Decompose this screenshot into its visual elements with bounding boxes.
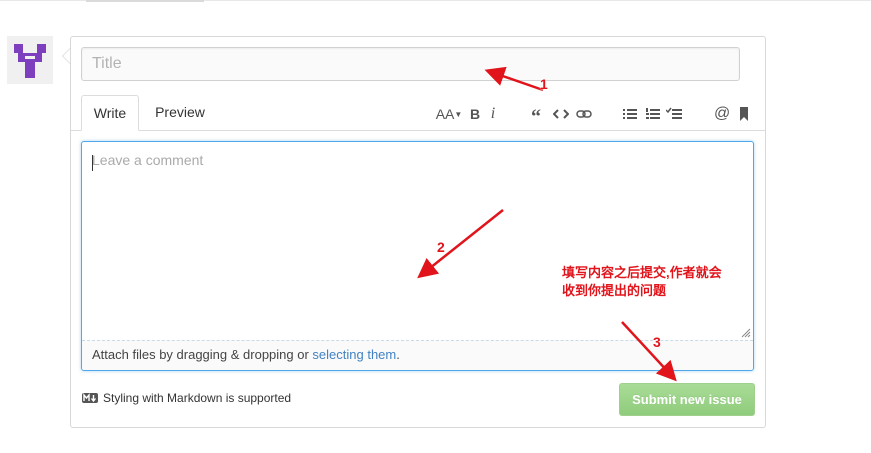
bold-label: B — [469, 106, 481, 122]
annotation-number-2: 2 — [437, 239, 445, 255]
markdown-support-note[interactable]: Styling with Markdown is supported — [82, 390, 291, 406]
link-icon[interactable] — [576, 104, 592, 124]
task-list-icon[interactable] — [666, 104, 682, 124]
bold-icon[interactable]: B — [468, 104, 482, 124]
tab-preview[interactable]: Preview — [147, 95, 213, 131]
resize-grip-icon[interactable] — [741, 328, 751, 338]
identicon-image — [7, 36, 53, 84]
avatar[interactable] — [7, 36, 53, 84]
code-icon[interactable] — [553, 104, 569, 124]
select-files-link[interactable]: selecting them — [312, 347, 396, 362]
attach-suffix: . — [396, 347, 400, 362]
text-cursor — [92, 155, 93, 171]
markdown-note-label: Styling with Markdown is supported — [103, 391, 292, 405]
mention-label: @ — [714, 105, 731, 122]
annotation-number-1: 1 — [540, 76, 548, 92]
quote-icon[interactable]: “ — [527, 104, 545, 128]
attach-text: Attach files by dragging & dropping or — [92, 347, 313, 362]
issue-title-input[interactable] — [81, 47, 740, 81]
italic-label: i — [490, 105, 496, 122]
comment-textarea[interactable] — [82, 142, 753, 342]
text-size-label: AA — [435, 106, 455, 122]
submit-new-issue-button[interactable]: Submit new issue — [619, 383, 755, 416]
annotation-note: 填写内容之后提交,作者就会收到你提出的问题 — [562, 265, 722, 298]
active-tab-indicator — [86, 0, 204, 2]
bookmark-icon[interactable] — [738, 104, 750, 124]
new-issue-page: Write Preview AA▼ B i “ @ Attach files b… — [0, 0, 871, 453]
unordered-list-icon[interactable] — [623, 104, 637, 124]
mention-icon[interactable]: @ — [714, 104, 730, 124]
tab-write[interactable]: Write — [81, 95, 139, 131]
markdown-icon — [82, 392, 98, 403]
annotation-number-3: 3 — [653, 334, 661, 350]
ordered-list-icon[interactable] — [646, 104, 660, 124]
text-size-icon[interactable]: AA▼ — [434, 104, 464, 124]
italic-icon[interactable]: i — [487, 104, 499, 124]
